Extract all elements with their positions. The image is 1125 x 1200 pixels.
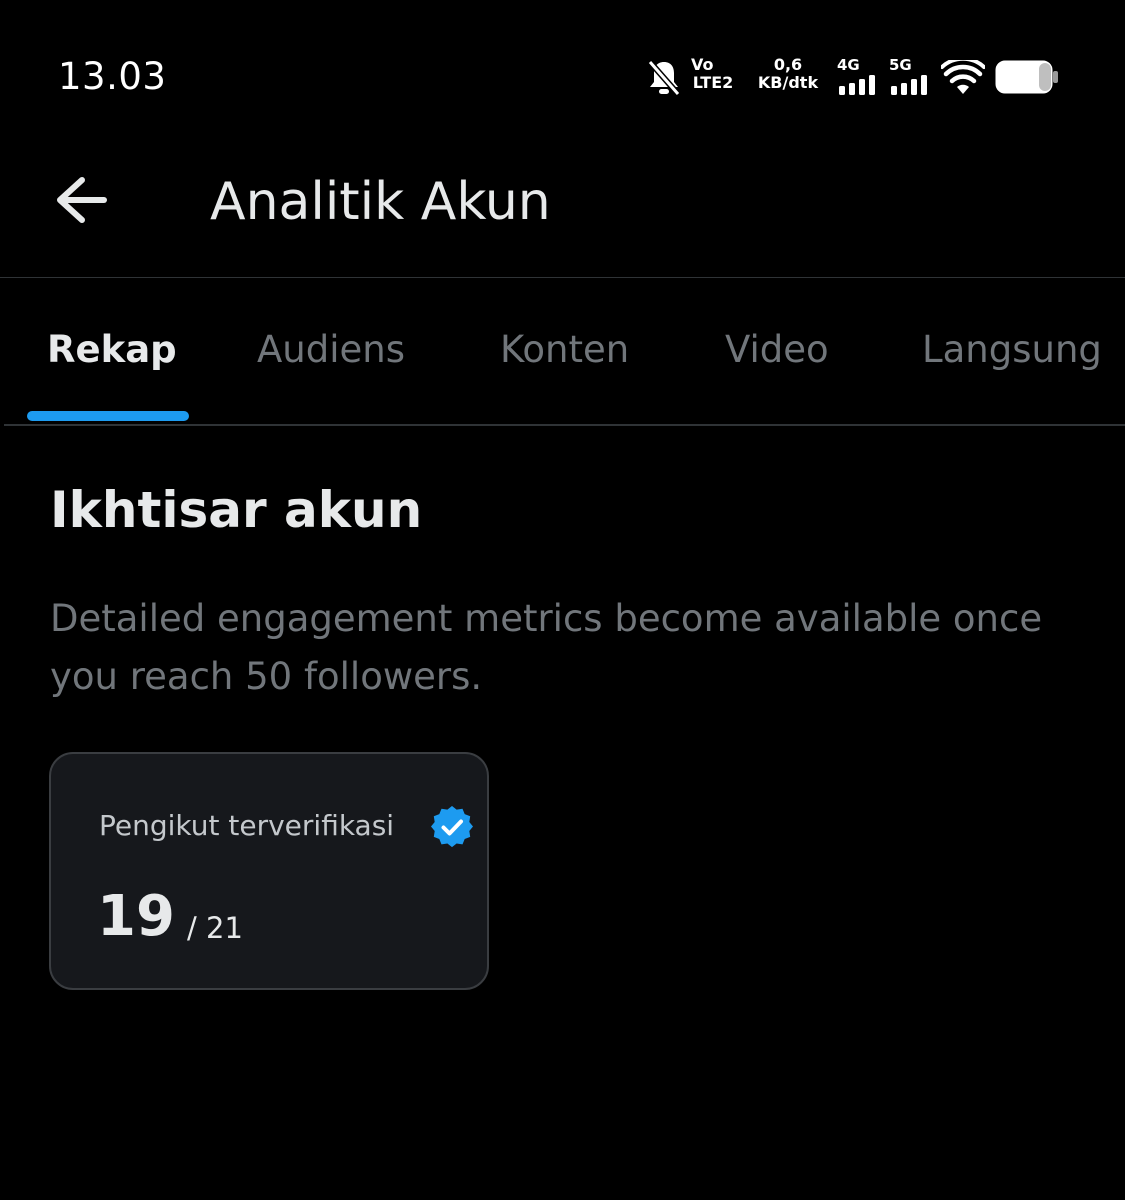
speed-unit: KB/dtk xyxy=(757,73,819,92)
arrow-left-icon xyxy=(57,177,107,223)
network-5g-label: 5G xyxy=(889,56,912,74)
active-tab-indicator xyxy=(27,411,189,421)
volte-bottom-label: LTE2 xyxy=(692,73,734,92)
page-title: Analitik Akun xyxy=(210,172,551,232)
mute-bell-icon xyxy=(647,60,681,96)
status-bar: 13.03 Vo LTE2 0,6 KB/dtk 4G 5G xyxy=(0,0,1125,150)
signal-bars-icon xyxy=(839,75,875,95)
section-title: Ikhtisar akun xyxy=(50,481,423,539)
section-description: Detailed engagement metrics become avail… xyxy=(50,597,1043,698)
volte-icon: Vo LTE2 xyxy=(687,56,739,92)
battery-icon xyxy=(995,60,1058,94)
tabs-divider xyxy=(4,424,1125,426)
back-button[interactable] xyxy=(48,170,116,230)
card-label: Pengikut terverifikasi xyxy=(99,809,395,842)
speed-value: 0,6 xyxy=(773,55,803,74)
analytics-screen: 13.03 Vo LTE2 0,6 KB/dtk 4G 5G Analitik … xyxy=(0,0,1125,1200)
verified-followers-count: 19 xyxy=(97,884,175,949)
verified-badge-icon xyxy=(431,806,473,848)
network-speed: 0,6 KB/dtk xyxy=(753,56,823,92)
signal-5g-icon: 5G xyxy=(889,56,933,100)
tab-bar: Rekap Audiens Konten Video Langsung xyxy=(0,278,1125,426)
signal-bars-icon xyxy=(891,75,927,95)
signal-4g-icon: 4G xyxy=(837,56,881,100)
tab-audiens[interactable]: Audiens xyxy=(257,326,405,374)
app-header: Analitik Akun xyxy=(0,150,1125,278)
tab-konten[interactable]: Konten xyxy=(500,326,629,374)
network-4g-label: 4G xyxy=(837,56,860,74)
tab-rekap[interactable]: Rekap xyxy=(47,326,177,374)
status-icons: Vo LTE2 0,6 KB/dtk 4G 5G xyxy=(647,56,1067,100)
tab-video[interactable]: Video xyxy=(725,326,829,374)
volte-top-label: Vo xyxy=(691,55,714,74)
verified-followers-card: Pengikut terverifikasi 19 / 21 xyxy=(49,752,489,990)
status-time: 13.03 xyxy=(58,55,167,98)
tab-langsung[interactable]: Langsung xyxy=(922,326,1102,374)
total-followers-count: / 21 xyxy=(187,911,243,945)
wifi-icon xyxy=(941,60,985,94)
